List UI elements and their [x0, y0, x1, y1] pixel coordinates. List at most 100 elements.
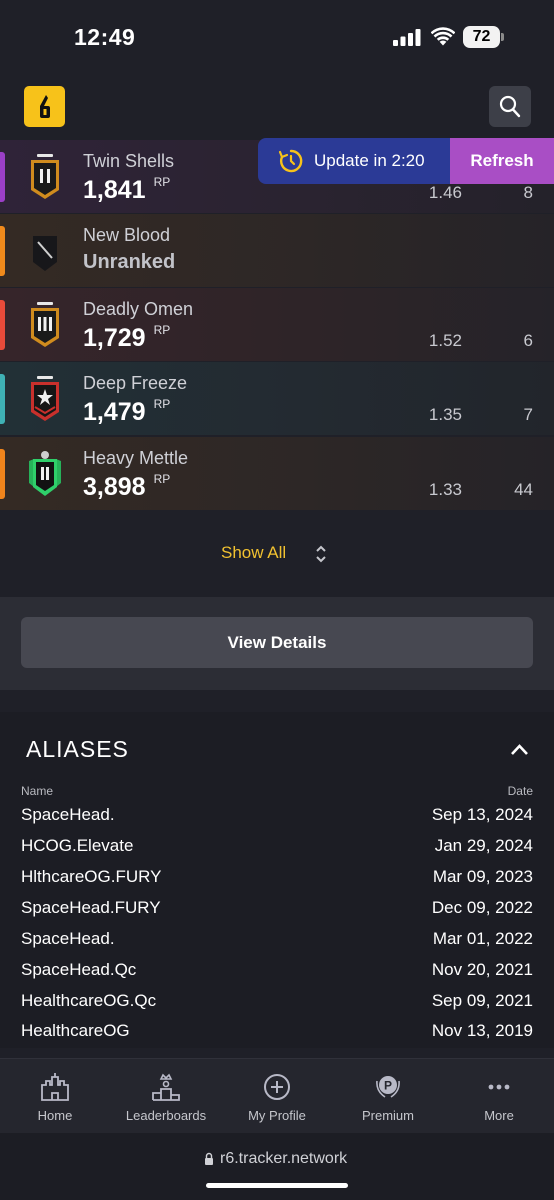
gold-badge-icon — [31, 154, 59, 199]
alias-row: SpaceHead.Qc Nov 20, 2021 — [21, 960, 533, 984]
season-name: New Blood — [83, 225, 171, 245]
rank-points: 1,841 RP — [83, 175, 171, 204]
alias-date: Mar 09, 2023 — [432, 867, 533, 886]
wifi-icon — [431, 27, 455, 46]
nav-item-premium[interactable]: P Premium — [333, 1059, 443, 1134]
alias-date: Jan 29, 2024 — [434, 836, 533, 855]
more-dots-icon — [488, 1084, 510, 1090]
rank-row[interactable]: New Blood Unranked — [0, 214, 554, 287]
browser-url-bar[interactable]: r6.tracker.network — [0, 1133, 554, 1200]
column-header-name: Name — [21, 784, 54, 798]
rank-accent-bar — [0, 300, 5, 350]
battery-icon: 72 — [463, 26, 505, 48]
wins-value: 8 — [523, 183, 533, 202]
alias-row: HlthcareOG.FURY Mar 09, 2023 — [21, 867, 533, 891]
chevron-up-icon[interactable] — [510, 743, 529, 756]
nav-item-home[interactable]: Home — [0, 1059, 110, 1134]
season-name: Deep Freeze — [83, 373, 188, 393]
status-time: 12:49 — [74, 24, 136, 50]
castle-icon — [41, 1073, 69, 1101]
status-bar: 12:49 72 — [0, 0, 554, 76]
aliases-section: ALIASES Name Date SpaceHead. Sep 13, 202… — [0, 712, 554, 1048]
home-indicator[interactable] — [206, 1183, 348, 1188]
kd-value: 1.35 — [428, 405, 462, 424]
app-header — [0, 76, 554, 140]
alias-name: SpaceHead.Qc — [21, 960, 137, 979]
alias-name: HealthcareOG.Qc — [21, 991, 157, 1010]
nav-item-my-profile[interactable]: My Profile — [222, 1059, 332, 1134]
show-all-link[interactable]: Show All — [221, 543, 286, 563]
update-countdown: Update in 2:20 — [314, 151, 425, 170]
r6-logo[interactable] — [24, 86, 65, 127]
search-icon — [499, 95, 521, 118]
nav-label: Premium — [361, 1108, 414, 1123]
update-timer: Update in 2:20 — [258, 138, 450, 184]
season-name: Deadly Omen — [83, 299, 194, 319]
podium-icon — [152, 1073, 180, 1101]
timer-icon — [278, 149, 303, 173]
rank-accent-bar — [0, 449, 5, 499]
aliases-title: ALIASES — [26, 736, 129, 762]
alias-date: Dec 09, 2022 — [431, 898, 533, 917]
rank-points: 1,729 RP — [83, 323, 171, 352]
season-name: Twin Shells — [83, 151, 175, 171]
nav-label: Leaderboards — [125, 1108, 207, 1123]
copper-badge-icon — [31, 376, 59, 421]
gold-badge-icon — [31, 302, 59, 347]
alias-name: SpaceHead.FURY — [21, 898, 161, 917]
alias-date: Nov 20, 2021 — [431, 960, 533, 979]
alias-row: HCOG.Elevate Jan 29, 2024 — [21, 836, 533, 860]
search-button[interactable] — [489, 86, 531, 127]
alias-row: SpaceHead. Mar 01, 2022 — [21, 929, 533, 953]
svg-text:P: P — [384, 1079, 392, 1093]
wins-value: 44 — [514, 480, 533, 499]
cellular-signal-icon — [393, 29, 421, 46]
rank-status: Unranked — [83, 251, 176, 273]
url-text: r6.tracker.network — [220, 1150, 348, 1167]
alias-date: Sep 09, 2021 — [431, 991, 533, 1010]
alias-row: SpaceHead.FURY Dec 09, 2022 — [21, 898, 533, 922]
alias-name: HCOG.Elevate — [21, 836, 134, 855]
kd-value: 1.33 — [428, 480, 462, 499]
update-banner: Update in 2:20 Refresh — [258, 138, 554, 184]
nav-label: Home — [37, 1108, 73, 1123]
rank-row[interactable]: Deep Freeze 1,479 RP 1.35 7 — [0, 362, 554, 435]
season-name: Heavy Mettle — [83, 448, 189, 468]
rank-accent-bar — [0, 226, 5, 276]
wins-value: 7 — [523, 405, 533, 424]
rank-accent-bar — [0, 374, 5, 424]
bottom-nav: Home Leaderboards My Profile P Premium M… — [0, 1058, 554, 1133]
alias-name: SpaceHead. — [21, 929, 115, 948]
wins-value: 6 — [523, 331, 533, 350]
column-header-date: Date — [507, 784, 533, 798]
alias-name: HealthcareOG — [21, 1021, 130, 1040]
six-logo-icon — [40, 95, 50, 118]
alias-row: HealthcareOG.Qc Sep 09, 2021 — [21, 991, 533, 1015]
lock-icon — [205, 1152, 213, 1165]
alias-date: Nov 13, 2019 — [431, 1021, 533, 1040]
rank-points: 1,479 RP — [83, 397, 171, 426]
alias-name: SpaceHead. — [21, 805, 115, 824]
refresh-button[interactable]: Refresh — [450, 138, 554, 184]
premium-laurel-icon: P — [376, 1076, 400, 1098]
alias-row: SpaceHead. Sep 13, 2024 — [21, 805, 533, 829]
expand-chevrons-icon[interactable] — [314, 543, 328, 565]
details-section: View Details — [0, 597, 554, 690]
nav-item-more[interactable]: More — [444, 1059, 554, 1134]
kd-value: 1.46 — [428, 183, 462, 202]
alias-date: Mar 01, 2022 — [432, 929, 533, 948]
nav-label: My Profile — [248, 1108, 306, 1123]
alias-name: HlthcareOG.FURY — [21, 867, 162, 886]
rank-row[interactable]: Deadly Omen 1,729 RP 1.52 6 — [0, 288, 554, 361]
view-details-button[interactable]: View Details — [21, 617, 533, 668]
battery-level: 72 — [463, 26, 500, 48]
alias-row: HealthcareOG Nov 13, 2019 — [21, 1021, 533, 1045]
rank-accent-bar — [0, 152, 5, 202]
nav-item-leaderboards[interactable]: Leaderboards — [111, 1059, 221, 1134]
alias-date: Sep 13, 2024 — [431, 805, 533, 824]
rank-row[interactable]: Heavy Mettle 3,898 RP 1.33 44 — [0, 437, 554, 510]
emerald-badge-icon — [29, 451, 61, 496]
kd-value: 1.52 — [428, 331, 462, 350]
rank-points: 3,898 RP — [83, 472, 171, 501]
nav-label: More — [484, 1108, 514, 1123]
